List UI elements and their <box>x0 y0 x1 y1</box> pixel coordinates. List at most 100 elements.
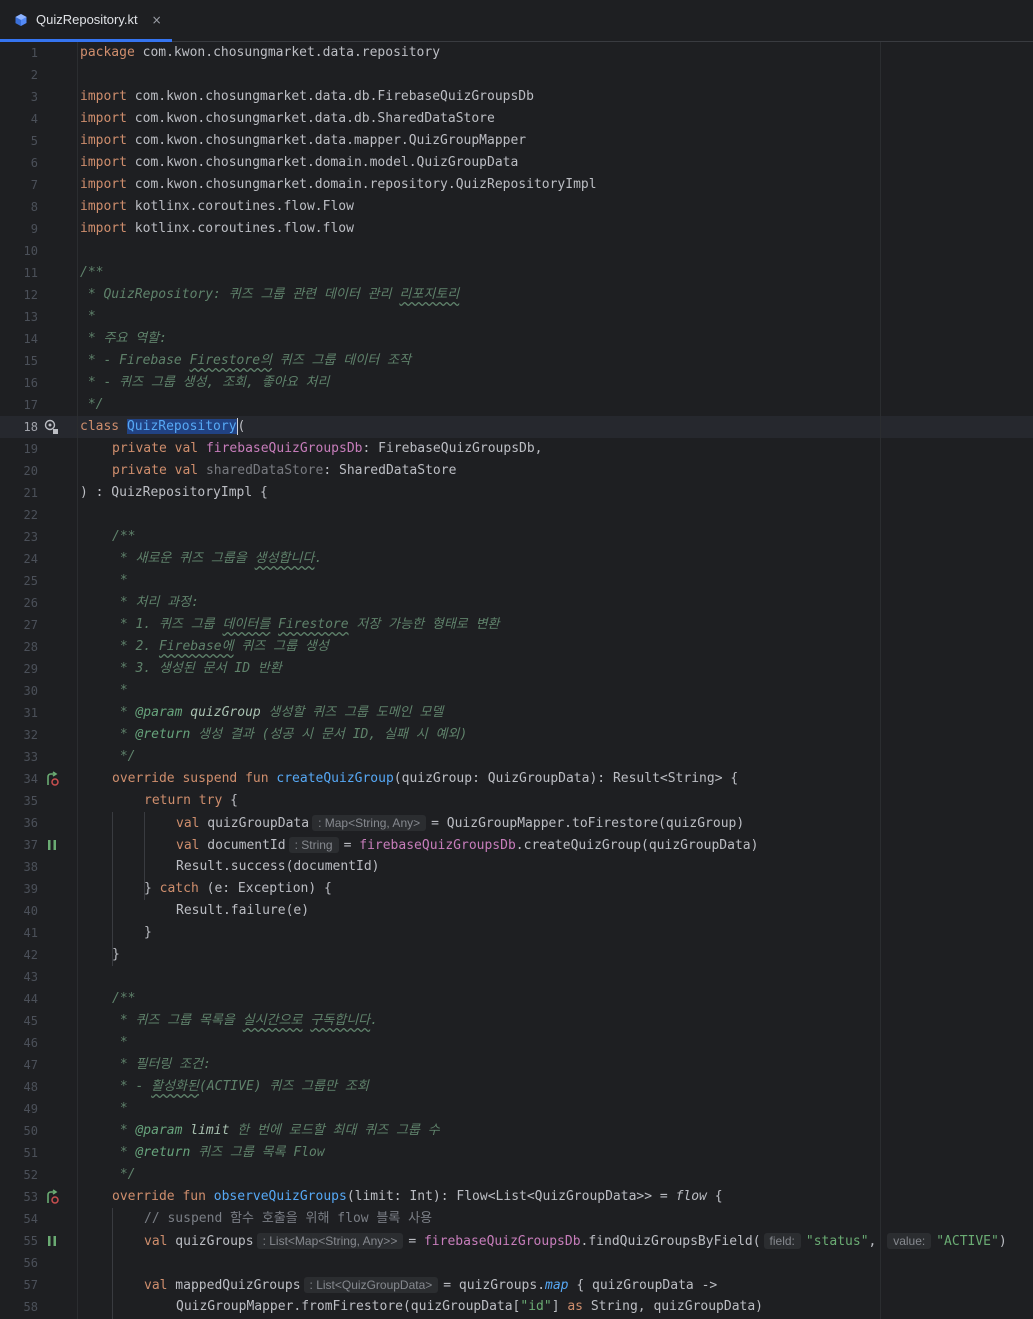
code-line: 39} catch (e: Exception) { <box>0 878 1033 900</box>
line-number: 7 <box>30 178 38 192</box>
line-number: 48 <box>23 1080 38 1094</box>
line-number: 46 <box>23 1036 38 1050</box>
line-number: 49 <box>23 1102 38 1116</box>
doc-comment: * @return 퀴즈 그룹 목록 Flow <box>112 1145 325 1160</box>
line-number: 26 <box>23 596 38 610</box>
type-hint: : List<QuizGroupData> <box>303 1277 439 1293</box>
code-line: 52 */ <box>0 1164 1033 1186</box>
tab-quizrepository-kt[interactable]: QuizRepository.kt × <box>0 0 172 42</box>
line-number: 5 <box>30 134 38 148</box>
code-line: 24 * 새로운 퀴즈 그룹을 생성합니다. <box>0 548 1033 570</box>
code-text: package com.kwon.chosungmarket.data.repo… <box>80 45 441 60</box>
code-text: Result.failure(e) <box>176 903 310 918</box>
line-number: 14 <box>23 332 38 346</box>
line-number: 6 <box>30 156 38 170</box>
override-icon[interactable] <box>44 1189 60 1205</box>
code-text: class QuizRepository( <box>80 418 246 435</box>
line-number: 28 <box>23 640 38 654</box>
line-number: 29 <box>23 662 38 676</box>
code-line: 6 import com.kwon.chosungmarket.domain.mo… <box>0 152 1033 174</box>
code-text: val mappedQuizGroups: List<QuizGroupData… <box>144 1277 718 1293</box>
code-line: 1 package com.kwon.chosungmarket.data.rep… <box>0 42 1033 64</box>
indent-guide <box>144 812 145 900</box>
line-number: 30 <box>23 684 38 698</box>
selected-class-name: QuizRepository <box>126 419 237 434</box>
code-line: 34 override suspend fun createQuizGroup(… <box>0 768 1033 790</box>
code-text: import com.kwon.chosungmarket.data.mappe… <box>80 133 527 148</box>
code-line: 46 * <box>0 1032 1033 1054</box>
code-line: 36 val quizGroupData: Map<String, Any> = Q… <box>0 812 1033 834</box>
code-text: import kotlinx.coroutines.flow.flow <box>80 221 354 236</box>
code-line: 30 * <box>0 680 1033 702</box>
code-line: 35 return try { <box>0 790 1033 812</box>
doc-comment: * @return 생성 결과 (성공 시 문서 ID, 실패 시 예외) <box>112 727 468 742</box>
suspend-call-icon <box>48 1236 56 1246</box>
line-number: 37 <box>23 838 38 852</box>
code-line: 27 * 1. 퀴즈 그룹 데이터를 Firestore 저장 가능한 형태로 … <box>0 614 1033 636</box>
code-line: 54 // suspend 함수 호출을 위해 flow 블록 사용 <box>0 1208 1033 1230</box>
doc-comment: * - Firebase Firestore의 퀴즈 그룹 데이터 조작 <box>80 353 411 368</box>
suspend-call-icon <box>48 840 56 850</box>
code-line: 14 * 주요 역할: <box>0 328 1033 350</box>
line-number: 43 <box>23 970 38 984</box>
code-line: 22 <box>0 504 1033 526</box>
line-number: 47 <box>23 1058 38 1072</box>
line-comment: // suspend 함수 호출을 위해 flow 블록 사용 <box>144 1211 433 1226</box>
code-line: 25 * <box>0 570 1033 592</box>
code-line: 4 import com.kwon.chosungmarket.data.db.S… <box>0 108 1033 130</box>
line-number: 36 <box>23 816 38 830</box>
line-number: 22 <box>23 508 38 522</box>
implemented-icon[interactable] <box>44 419 60 435</box>
line-number: 25 <box>23 574 38 588</box>
doc-comment: * <box>80 309 96 324</box>
code-line: 38 Result.success(documentId) <box>0 856 1033 878</box>
code-editor[interactable]: 1 package com.kwon.chosungmarket.data.rep… <box>0 42 1033 1319</box>
doc-comment: * 2. Firebase에 퀴즈 그룹 생성 <box>112 639 329 654</box>
code-line: 3 import com.kwon.chosungmarket.data.db.F… <box>0 86 1033 108</box>
line-number: 53 <box>23 1190 38 1204</box>
code-line: 51 * @return 퀴즈 그룹 목록 Flow <box>0 1142 1033 1164</box>
code-line: 7 import com.kwon.chosungmarket.domain.re… <box>0 174 1033 196</box>
code-text: import com.kwon.chosungmarket.data.db.Fi… <box>80 89 534 104</box>
tab-filename: QuizRepository.kt <box>36 12 138 27</box>
line-number: 42 <box>23 948 38 962</box>
code-line: 13 * <box>0 306 1033 328</box>
line-number: 41 <box>23 926 38 940</box>
line-number: 20 <box>23 464 38 478</box>
code-line: 10 <box>0 240 1033 262</box>
doc-comment: */ <box>112 749 136 764</box>
line-number: 4 <box>30 112 38 126</box>
line-number: 8 <box>30 200 38 214</box>
right-margin-guide <box>880 42 881 1319</box>
code-text: Result.success(documentId) <box>176 859 380 874</box>
code-text: private val sharedDataStore: SharedDataS… <box>112 463 457 478</box>
line-number: 52 <box>23 1168 38 1182</box>
type-hint: : List<Map<String, Any>> <box>256 1233 404 1249</box>
override-icon[interactable] <box>44 771 60 787</box>
param-hint: value: <box>887 1233 932 1249</box>
doc-comment: */ <box>112 1167 136 1182</box>
doc-comment: * 3. 생성된 문서 ID 반환 <box>112 661 282 676</box>
code-line: 50 * @param limit 한 번에 로드할 최대 퀴즈 그룹 수 <box>0 1120 1033 1142</box>
doc-comment: * 새로운 퀴즈 그룹을 생성합니다. <box>112 551 323 566</box>
line-number: 2 <box>30 68 38 82</box>
line-number: 11 <box>23 266 38 280</box>
code-text: val quizGroupData: Map<String, Any> = Qui… <box>176 815 745 831</box>
close-tab-icon[interactable]: × <box>152 13 162 27</box>
doc-comment: * - 퀴즈 그룹 생성, 조회, 좋아요 처리 <box>80 375 330 390</box>
doc-comment: * <box>112 573 128 588</box>
line-number: 3 <box>30 90 38 104</box>
line-number: 27 <box>23 618 38 632</box>
line-number: 56 <box>23 1256 38 1270</box>
doc-comment: /** <box>112 529 136 544</box>
line-number: 15 <box>23 354 38 368</box>
code-line: 21) : QuizRepositoryImpl { <box>0 482 1033 504</box>
code-line: 44 /** <box>0 988 1033 1010</box>
code-text: import com.kwon.chosungmarket.data.db.Sh… <box>80 111 495 126</box>
code-text: return try { <box>144 793 238 808</box>
code-text: QuizGroupMapper.fromFirestore(quizGroupD… <box>176 1299 764 1314</box>
code-text: ) : QuizRepositoryImpl { <box>80 485 268 500</box>
doc-comment: * 퀴즈 그룹 목록을 실시간으로 구독합니다. <box>112 1013 378 1028</box>
type-hint: : Map<String, Any> <box>312 815 427 831</box>
code-line: 26 * 처리 과정: <box>0 592 1033 614</box>
